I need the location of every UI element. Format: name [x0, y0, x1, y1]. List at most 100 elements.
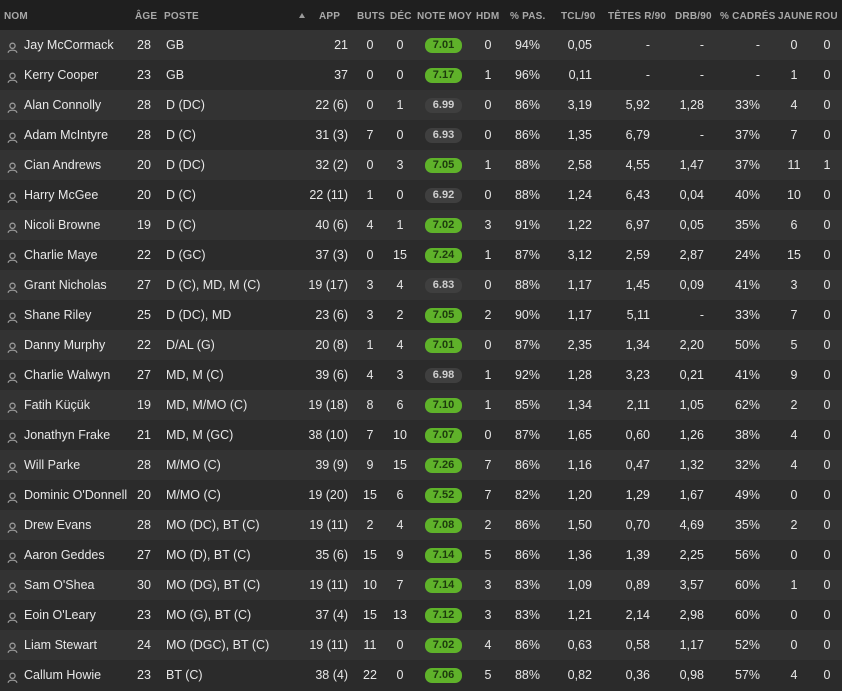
table-row[interactable]: Harry McGee 20 D (C) 22 (11) 1 0 0 88% 1,24 6,43 0… [0, 180, 842, 210]
col-header-tackles[interactable]: TCL/90 [561, 0, 596, 30]
cell-player-name[interactable]: Will Parke [24, 450, 80, 480]
table-row[interactable]: Alan Connolly 28 D (DC) 22 (6) 0 1 0 86% 3,19 5,9… [0, 90, 842, 120]
cell-age: 22 [137, 248, 151, 262]
cell-age: 28 [137, 458, 151, 472]
cell-player-name[interactable]: Harry McGee [24, 180, 98, 210]
cell-player-name[interactable]: Charlie Walwyn [24, 360, 110, 390]
cell-potm: 0 [484, 98, 492, 112]
cell-position: MO (G), BT (C) [166, 608, 252, 622]
table-row[interactable]: Eoin O'Leary 23 MO (G), BT (C) 37 (4) 15 13 3 8… [0, 600, 842, 630]
cell-player-name[interactable]: Charlie Maye [24, 240, 98, 270]
cell-red: 0 [823, 308, 831, 322]
cell-player-name[interactable]: Callum Howie [24, 660, 101, 690]
table-row[interactable]: Will Parke 28 M/MO (C) 39 (9) 9 15 7 86% 1,16 0,4… [0, 450, 842, 480]
table-row[interactable]: Jay McCormack 28 GB 21 0 0 0 94% 0,05 - - - 0 0 7.01 [0, 30, 842, 60]
table-row[interactable]: Sam O'Shea 30 MO (DG), BT (C) 19 (11) 10 7 3 83… [0, 570, 842, 600]
sort-ascending-icon[interactable] [299, 13, 305, 18]
cell-headers: - [645, 38, 650, 52]
cell-potm: 3 [484, 608, 492, 622]
col-header-assists[interactable]: DÉC [390, 0, 412, 30]
cell-player-name[interactable]: Sam O'Shea [24, 570, 94, 600]
cell-player-name[interactable]: Shane Riley [24, 300, 91, 330]
table-row[interactable]: Drew Evans 28 MO (DC), BT (C) 19 (11) 2 4 2 86%… [0, 510, 842, 540]
cell-dribbles: 1,26 [679, 428, 704, 442]
cell-player-name[interactable]: Aaron Geddes [24, 540, 105, 570]
table-row[interactable]: Adam McIntyre 28 D (C) 31 (3) 7 0 0 86% 1,35 6,79… [0, 120, 842, 150]
cell-position: D (GC) [166, 248, 206, 262]
col-header-age[interactable]: ÂGE [135, 0, 157, 30]
cell-goals: 0 [366, 98, 374, 112]
cell-headers: 1,39 [625, 548, 650, 562]
cell-potm: 0 [484, 428, 492, 442]
cell-tackles: 1,21 [567, 608, 592, 622]
cell-goals: 10 [363, 578, 377, 592]
cell-dribbles: 0,05 [679, 218, 704, 232]
cell-player-name[interactable]: Eoin O'Leary [24, 600, 96, 630]
cell-tackles: 3,19 [567, 98, 592, 112]
cell-assists: 4 [396, 338, 404, 352]
col-header-avg-rating[interactable]: NOTE MOY [417, 0, 472, 30]
table-row[interactable]: Nicoli Browne 19 D (C) 40 (6) 4 1 3 91% 1,22 6,97… [0, 210, 842, 240]
col-header-goals[interactable]: BUTS [357, 0, 385, 30]
cell-player-name[interactable]: Dominic O'Donnell [24, 480, 127, 510]
cell-pass-pct: 87% [514, 338, 540, 352]
cell-red: 0 [823, 188, 831, 202]
person-icon [7, 520, 18, 533]
table-row[interactable]: Aaron Geddes 27 MO (D), BT (C) 35 (6) 15 9 5 86… [0, 540, 842, 570]
col-header-shots-on-target[interactable]: % CADRÉS [720, 0, 776, 30]
cell-headers: - [645, 68, 650, 82]
table-row[interactable]: Jonathyn Frake 21 MD, M (GC) 38 (10) 7 10 0 87%… [0, 420, 842, 450]
cell-shots-on-target: 60% [734, 578, 760, 592]
col-header-red[interactable]: ROU [815, 0, 838, 30]
table-row[interactable]: Callum Howie 23 BT (C) 38 (4) 22 0 5 88% 0,82 0,3… [0, 660, 842, 690]
cell-pass-pct: 86% [514, 98, 540, 112]
table-row[interactable]: Kerry Cooper 23 GB 37 0 0 1 96% 0,11 - - - 1 0 7.17 [0, 60, 842, 90]
cell-player-name[interactable]: Drew Evans [24, 510, 91, 540]
cell-player-name[interactable]: Alan Connolly [24, 90, 101, 120]
cell-player-name[interactable]: Nicoli Browne [24, 210, 100, 240]
cell-tackles: 1,09 [567, 578, 592, 592]
cell-age: 28 [137, 128, 151, 142]
cell-assists: 3 [396, 368, 404, 382]
cell-player-name[interactable]: Jay McCormack [24, 30, 114, 60]
cell-appearances: 19 (20) [308, 488, 348, 502]
col-header-headers[interactable]: TÊTES R/90 [608, 0, 666, 30]
cell-pass-pct: 83% [514, 608, 540, 622]
col-header-name[interactable]: NOM [4, 0, 28, 30]
cell-player-name[interactable]: Cian Andrews [24, 150, 101, 180]
cell-potm: 4 [484, 638, 492, 652]
cell-red: 0 [823, 248, 831, 262]
col-header-position[interactable]: POSTE [164, 0, 199, 30]
cell-goals: 8 [366, 398, 374, 412]
table-row[interactable]: Charlie Maye 22 D (GC) 37 (3) 0 15 1 87% 3,12 2,5… [0, 240, 842, 270]
cell-yellow: 4 [790, 428, 798, 442]
table-row[interactable]: Liam Stewart 24 MO (DGC), BT (C) 19 (11) 11 0… [0, 630, 842, 660]
table-row[interactable]: Cian Andrews 20 D (DC) 32 (2) 0 3 1 88% 2,58 4,55… [0, 150, 842, 180]
cell-dribbles: - [699, 68, 704, 82]
cell-player-name[interactable]: Danny Murphy [24, 330, 105, 360]
table-row[interactable]: Grant Nicholas 27 D (C), MD, M (C) 19 (17) 3… [0, 270, 842, 300]
col-header-appearances[interactable]: APP [319, 0, 340, 30]
table-row[interactable]: Dominic O'Donnell 20 M/MO (C) 19 (20) 15 6 7 82… [0, 480, 842, 510]
cell-potm: 7 [484, 458, 492, 472]
cell-assists: 1 [396, 98, 404, 112]
table-header: NOM ÂGE POSTE APP BUTS DÉC NOTE MOY HDM … [0, 0, 842, 30]
col-header-potm[interactable]: HDM [476, 0, 499, 30]
table-row[interactable]: Shane Riley 25 D (DC), MD 23 (6) 3 2 2 90% 1,17 5… [0, 300, 842, 330]
cell-player-name[interactable]: Liam Stewart [24, 630, 97, 660]
col-header-pass-pct[interactable]: % PAS. [510, 0, 545, 30]
cell-position: D (C), MD, M (C) [166, 278, 261, 292]
col-header-yellow[interactable]: JAUNE [778, 0, 813, 30]
table-row[interactable]: Danny Murphy 22 D/AL (G) 20 (8) 1 4 0 87% 2,35 1,… [0, 330, 842, 360]
cell-position: MO (DC), BT (C) [166, 518, 260, 532]
cell-player-name[interactable]: Kerry Cooper [24, 60, 98, 90]
cell-player-name[interactable]: Jonathyn Frake [24, 420, 110, 450]
cell-player-name[interactable]: Grant Nicholas [24, 270, 107, 300]
col-header-dribbles[interactable]: DRB/90 [675, 0, 712, 30]
cell-player-name[interactable]: Adam McIntyre [24, 120, 108, 150]
cell-shots-on-target: 41% [734, 368, 760, 382]
table-row[interactable]: Fatih Küçük 19 MD, M/MO (C) 19 (18) 8 6 1 85% 1,… [0, 390, 842, 420]
rating-badge: 7.10 [425, 398, 462, 413]
cell-player-name[interactable]: Fatih Küçük [24, 390, 90, 420]
table-row[interactable]: Charlie Walwyn 27 MD, M (C) 39 (6) 4 3 1 92% 1,2… [0, 360, 842, 390]
